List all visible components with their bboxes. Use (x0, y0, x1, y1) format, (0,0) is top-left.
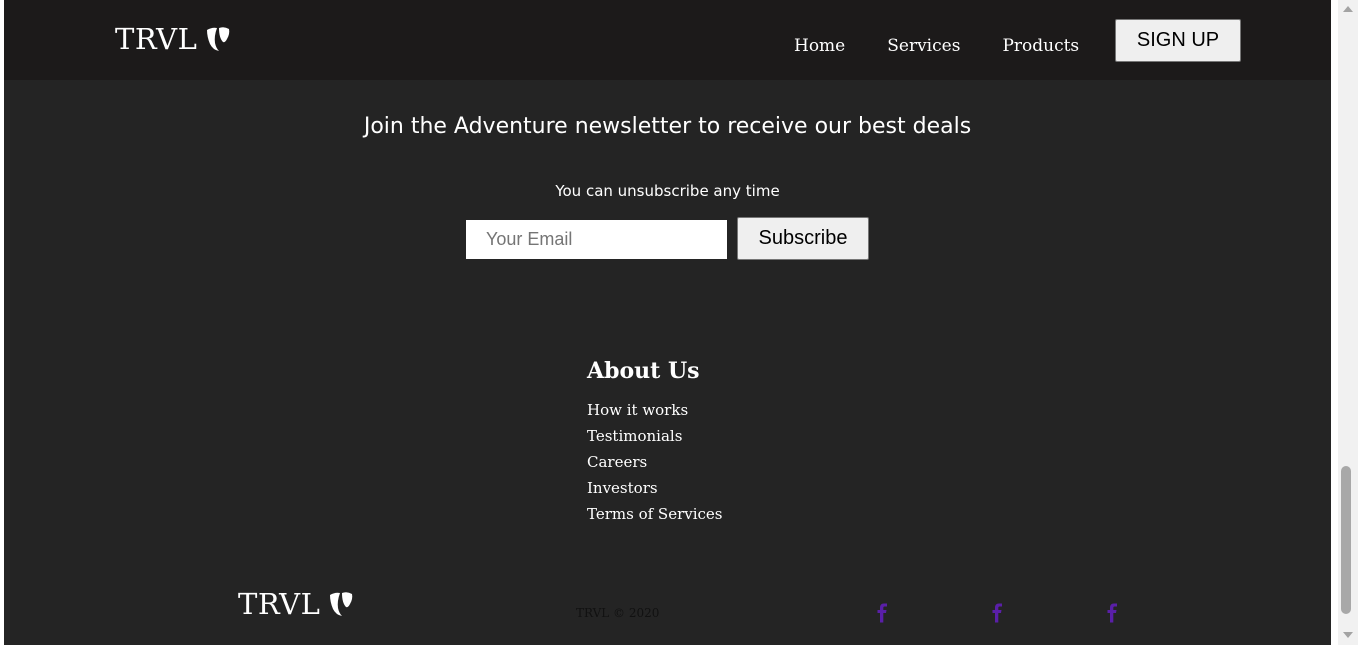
footer-logo-text: TRVL (238, 587, 321, 621)
newsletter-title: Join the Adventure newsletter to receive… (363, 114, 972, 139)
nav-home-link[interactable]: Home (794, 36, 845, 56)
facebook-link-2[interactable] (990, 603, 1004, 623)
main-nav: Home Services Products (794, 36, 1121, 56)
sign-up-button[interactable]: SIGN UP (1115, 19, 1241, 62)
typo3-logo-icon (207, 27, 230, 51)
typo3-logo-icon (330, 592, 353, 616)
facebook-icon (992, 603, 1002, 623)
header-logo[interactable]: TRVL (115, 22, 231, 56)
newsletter-subtitle: You can unsubscribe any time (555, 182, 780, 200)
scroll-down-icon[interactable] (1343, 632, 1353, 638)
nav-products-link[interactable]: Products (1002, 36, 1079, 56)
facebook-icon (877, 603, 887, 623)
email-input[interactable] (466, 220, 727, 259)
logo-text: TRVL (115, 22, 198, 56)
vertical-scrollbar[interactable] (1338, 0, 1358, 645)
nav-services-link[interactable]: Services (887, 36, 960, 56)
subscribe-button[interactable]: Subscribe (737, 217, 869, 260)
facebook-link-1[interactable] (875, 603, 889, 623)
testimonials-link[interactable]: Testimonials (587, 423, 723, 449)
terms-of-services-link[interactable]: Terms of Services (587, 501, 723, 527)
facebook-link-3[interactable] (1105, 603, 1119, 623)
navbar: TRVL Home Services Products SIGN UP (4, 0, 1331, 80)
footer-logo[interactable]: TRVL (238, 587, 354, 621)
page: TRVL Home Services Products SIGN UP Join… (4, 0, 1331, 645)
scroll-up-icon[interactable] (1343, 6, 1353, 12)
scrollbar-thumb[interactable] (1341, 466, 1351, 614)
copyright-text: TRVL © 2020 (576, 606, 660, 620)
investors-link[interactable]: Investors (587, 475, 723, 501)
facebook-icon (1107, 603, 1117, 623)
about-us-heading: About Us (587, 358, 700, 384)
how-it-works-link[interactable]: How it works (587, 397, 723, 423)
about-us-section: About Us How it works Testimonials Caree… (587, 358, 723, 527)
careers-link[interactable]: Careers (587, 449, 723, 475)
